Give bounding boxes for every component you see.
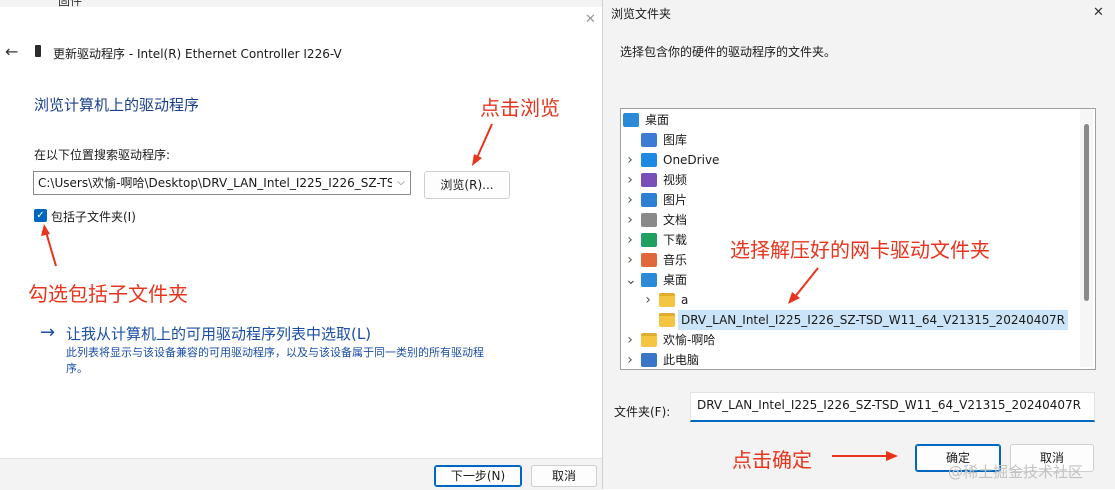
chevron-down-icon[interactable]: ⌄: [625, 270, 637, 290]
tree-item[interactable]: › 欢愉-啊哈: [621, 330, 1079, 350]
annotation-arrow-ok: [832, 451, 898, 461]
device-icon: [35, 45, 41, 57]
picture-icon: [641, 193, 657, 207]
pick-from-list-arrow-icon[interactable]: →: [40, 322, 55, 343]
tree-item-label: a: [681, 293, 689, 307]
tree-item[interactable]: 桌面: [621, 110, 1079, 130]
video-icon: [641, 173, 657, 187]
folder-icon: [641, 333, 657, 347]
back-arrow-icon[interactable]: ←: [5, 42, 18, 61]
annotation-choose-folder: 选择解压好的网卡驱动文件夹: [730, 238, 990, 262]
tree-item[interactable]: 图库: [621, 130, 1079, 150]
chevron-right-icon[interactable]: ›: [625, 190, 635, 210]
pick-from-list-description-1: 此列表将显示与该设备兼容的可用驱动程序，以及与该设备属于同一类别的所有驱动程: [66, 346, 484, 359]
desktop-icon: [641, 273, 657, 287]
background-window-text: 固件: [58, 0, 83, 7]
tree-item-label: 桌面: [645, 113, 670, 127]
computer-icon: [641, 353, 657, 367]
annotation-check-subfolders: 勾选包括子文件夹: [28, 282, 188, 306]
tree-item[interactable]: › 图片: [621, 190, 1079, 210]
folder-name-input[interactable]: DRV_LAN_Intel_I225_I226_SZ-TSD_W11_64_V2…: [690, 392, 1095, 422]
watermark: @稀土掘金技术社区: [948, 463, 1084, 481]
tree-item[interactable]: › 文档: [621, 210, 1079, 230]
next-button[interactable]: 下一步(N): [434, 465, 522, 487]
page-heading: 浏览计算机上的驱动程序: [34, 96, 200, 114]
tree-item-label: 视频: [663, 173, 688, 187]
folder-field-label: 文件夹(F):: [614, 405, 671, 419]
tree-item[interactable]: DRV_LAN_Intel_I225_I226_SZ-TSD_W11_64_V2…: [621, 310, 1079, 330]
dialog-instruction: 选择包含你的硬件的驱动程序的文件夹。: [620, 45, 837, 59]
annotation-arrow-checkbox: [41, 224, 57, 267]
tree-item[interactable]: › OneDrive: [621, 150, 1079, 170]
tree-item[interactable]: › 此电脑: [621, 350, 1079, 369]
pick-from-list-link[interactable]: 让我从计算机上的可用驱动程序列表中选取(L): [66, 323, 371, 344]
annotation-arrow-browse: [472, 123, 493, 166]
tree-item-label: 桌面: [663, 273, 688, 287]
driver-path-value: C:\Users\欢愉-啊哈\Desktop\DRV_LAN_Intel_I22…: [38, 176, 404, 190]
chevron-right-icon[interactable]: ›: [625, 230, 635, 250]
browse-button[interactable]: 浏览(R)...: [424, 171, 510, 199]
chevron-right-icon[interactable]: ›: [643, 290, 653, 310]
tree-item[interactable]: ⌄ 桌面: [621, 270, 1079, 290]
chevron-down-icon[interactable]: ⌵: [392, 172, 410, 194]
chevron-right-icon[interactable]: ›: [625, 210, 635, 230]
folder-icon: [659, 293, 675, 307]
pick-from-list-description-2: 序。: [66, 362, 88, 375]
include-subfolders-checkbox[interactable]: ✓: [34, 209, 47, 222]
tree-scrollbar-thumb[interactable]: [1084, 124, 1089, 301]
desktop-icon: [623, 113, 639, 127]
tree-item-label: 图库: [663, 133, 688, 147]
tree-item[interactable]: › a: [621, 290, 1079, 310]
dialog-close-icon[interactable]: ✕: [1093, 5, 1104, 20]
wizard-title: 更新驱动程序 - Intel(R) Ethernet Controller I2…: [53, 47, 342, 61]
chevron-right-icon[interactable]: ›: [625, 250, 635, 270]
music-icon: [641, 253, 657, 267]
chevron-right-icon[interactable]: ›: [625, 170, 635, 190]
driver-path-combobox[interactable]: C:\Users\欢愉-啊哈\Desktop\DRV_LAN_Intel_I22…: [33, 171, 411, 195]
tree-item-label: 此电脑: [663, 353, 700, 367]
chevron-right-icon[interactable]: ›: [625, 150, 635, 170]
background-window-strip: 固件: [0, 0, 602, 7]
tree-item-label: 文档: [663, 213, 688, 227]
close-icon[interactable]: ✕: [585, 12, 596, 27]
dialog-title: 浏览文件夹: [611, 7, 672, 21]
annotation-click-ok: 点击确定: [732, 448, 812, 472]
annotation-arrow-folder: [788, 267, 819, 304]
tree-item-label: OneDrive: [663, 153, 720, 167]
document-icon: [641, 213, 657, 227]
gallery-icon: [641, 133, 657, 147]
chevron-right-icon[interactable]: ›: [625, 350, 635, 369]
cloud-icon: [641, 153, 657, 167]
wizard-cancel-button[interactable]: 取消: [531, 465, 597, 487]
tree-item-label: 欢愉-啊哈: [663, 333, 716, 347]
search-location-label: 在以下位置搜索驱动程序:: [34, 148, 171, 162]
folder-icon: [659, 313, 675, 327]
tree-item-label: 图片: [663, 193, 688, 207]
update-driver-wizard: 固件 ✕ ← 更新驱动程序 - Intel(R) Ethernet Contro…: [0, 0, 602, 490]
tree-item-label: DRV_LAN_Intel_I225_I226_SZ-TSD_W11_64_V2…: [678, 310, 1068, 330]
tree-item-label: 音乐: [663, 253, 688, 267]
annotation-click-browse: 点击浏览: [480, 96, 560, 120]
tree-item[interactable]: › 视频: [621, 170, 1079, 190]
download-icon: [641, 233, 657, 247]
tree-item-label: 下载: [663, 233, 688, 247]
chevron-right-icon[interactable]: ›: [625, 330, 635, 350]
